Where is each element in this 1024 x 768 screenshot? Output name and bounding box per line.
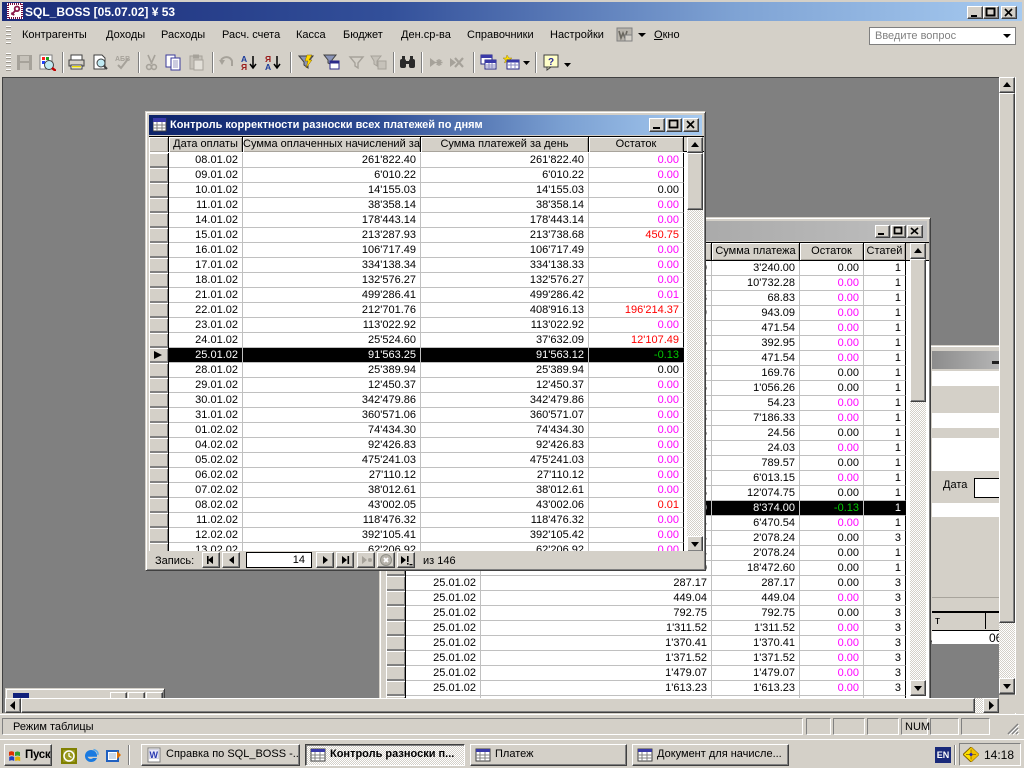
svg-text:W: W xyxy=(150,750,159,760)
svg-text:?: ? xyxy=(548,57,554,68)
svg-text:Я: Я xyxy=(241,62,247,71)
svg-text:А: А xyxy=(265,62,271,71)
